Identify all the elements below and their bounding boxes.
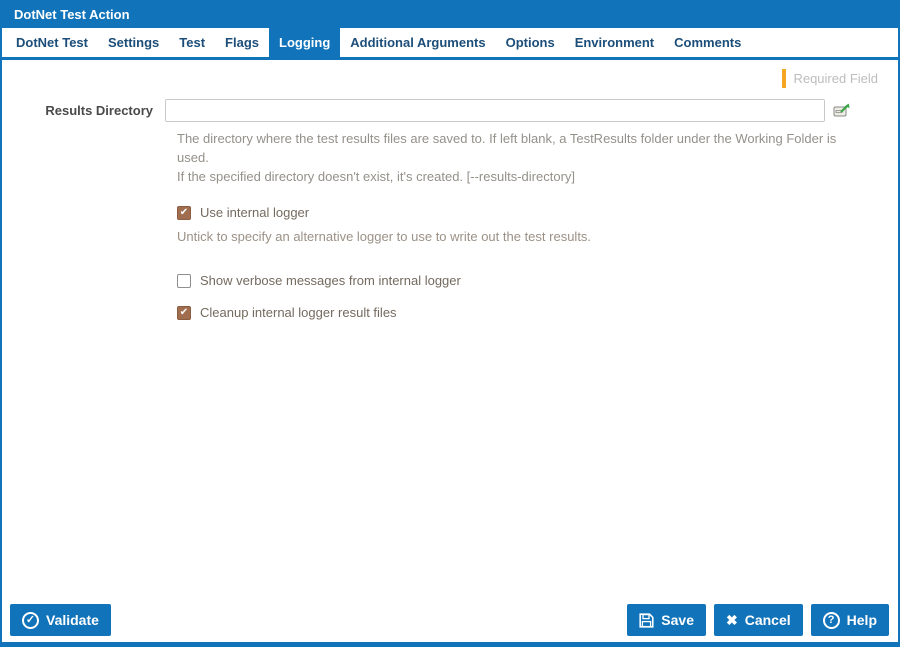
tab-flags[interactable]: Flags [215, 28, 269, 57]
tab-comments[interactable]: Comments [664, 28, 751, 57]
required-field-marker [782, 69, 787, 88]
dialog-footer: ✓ Validate Save ✖ Cancel ? Help [2, 604, 898, 642]
show-verbose-messages-label: Show verbose messages from internal logg… [200, 273, 461, 288]
cleanup-result-files-label: Cleanup internal logger result files [200, 305, 397, 320]
use-internal-logger-row: ✔ Use internal logger [177, 205, 898, 220]
logger-options-section: ✔ Use internal logger Untick to specify … [177, 205, 898, 320]
results-directory-label: Results Directory [45, 103, 153, 118]
cleanup-result-files-checkbox[interactable]: ✔ [177, 305, 191, 320]
cleanup-result-files-row: ✔ Cleanup internal logger result files [177, 305, 898, 320]
results-directory-row: Results Directory [2, 99, 898, 122]
dialog-titlebar: DotNet Test Action [2, 0, 898, 28]
show-verbose-messages-row: ✔ Show verbose messages from internal lo… [177, 273, 898, 288]
results-directory-help-line1: The directory where the test results fil… [177, 131, 837, 165]
checkmark-icon: ✔ [179, 206, 189, 218]
tab-environment[interactable]: Environment [565, 28, 664, 57]
results-directory-input[interactable] [165, 99, 825, 122]
show-verbose-messages-checkbox[interactable]: ✔ [177, 273, 191, 288]
cancel-button-label: Cancel [744, 612, 791, 628]
tab-panel-logging: Required Field Results Directory The dir… [2, 60, 898, 604]
dotnet-test-action-dialog: DotNet Test Action DotNet Test Settings … [0, 0, 900, 647]
validate-button[interactable]: ✓ Validate [10, 604, 111, 636]
tab-dotnet-test[interactable]: DotNet Test [6, 28, 98, 57]
tab-logging[interactable]: Logging [269, 28, 341, 57]
use-internal-logger-checkbox[interactable]: ✔ [177, 205, 191, 220]
required-field-label: Required Field [793, 71, 878, 86]
help-button-label: Help [846, 612, 877, 628]
save-button-label: Save [661, 612, 694, 628]
expand-editor-icon[interactable] [833, 103, 851, 118]
required-field-legend: Required Field [782, 69, 878, 88]
tab-additional-arguments[interactable]: Additional Arguments [340, 28, 495, 57]
use-internal-logger-label: Use internal logger [200, 205, 310, 220]
save-button[interactable]: Save [627, 604, 706, 636]
tab-test[interactable]: Test [169, 28, 215, 57]
dialog-title: DotNet Test Action [14, 6, 130, 22]
tab-settings[interactable]: Settings [98, 28, 169, 57]
help-question-icon: ? [822, 611, 840, 629]
save-floppy-icon [639, 612, 654, 628]
help-button[interactable]: ? Help [810, 604, 889, 636]
tab-bar: DotNet Test Settings Test Flags Logging … [2, 28, 898, 60]
cancel-x-icon: ✖ [726, 612, 738, 628]
validate-button-label: Validate [46, 612, 99, 628]
cancel-button[interactable]: ✖ Cancel [714, 604, 803, 636]
results-directory-help-line2: If the specified directory doesn't exist… [177, 169, 576, 184]
checkmark-icon: ✔ [179, 306, 189, 318]
results-directory-help: The directory where the test results fil… [177, 129, 867, 186]
use-internal-logger-hint: Untick to specify an alternative logger … [177, 229, 592, 244]
validate-check-icon: ✓ [22, 611, 39, 629]
tab-options[interactable]: Options [496, 28, 565, 57]
